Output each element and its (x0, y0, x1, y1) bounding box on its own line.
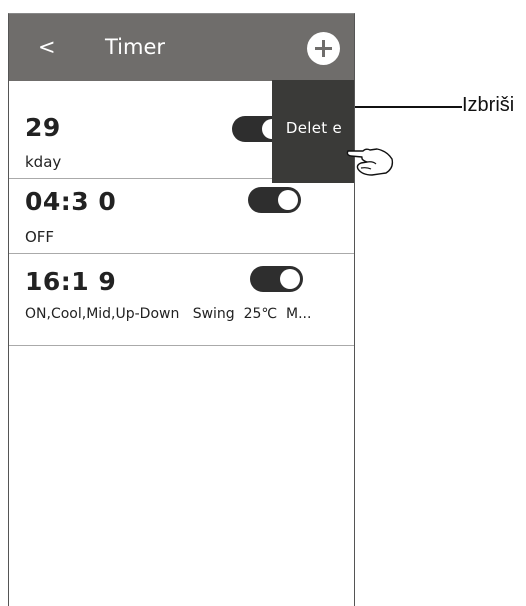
page: < Timer 29 kday 04:3 0 OFF 16:1 9 ON,Coo… (0, 0, 526, 606)
timer-detail: kday (25, 153, 62, 171)
callout-label: Izbriši (462, 94, 515, 116)
toggle-knob (278, 190, 298, 210)
plus-icon (315, 40, 332, 57)
timer-time: 16:1 9 (25, 267, 117, 296)
delete-label: Delet e (285, 119, 343, 137)
phone-screen: < Timer 29 kday 04:3 0 OFF 16:1 9 ON,Coo… (8, 13, 355, 606)
timer-detail: ON,Cool,Mid,Up-Down Swing 25℃ M... (25, 306, 312, 322)
timer-detail: OFF (25, 228, 55, 246)
timer-toggle[interactable] (250, 266, 303, 292)
toggle-knob (280, 269, 300, 289)
hand-pointer-icon (346, 148, 394, 176)
timer-toggle[interactable] (248, 187, 301, 213)
timer-time: 04:3 0 (25, 187, 117, 216)
timer-row-3[interactable]: 16:1 9 ON,Cool,Mid,Up-Down Swing 25℃ M..… (9, 254, 354, 346)
callout-line (355, 106, 462, 108)
back-button[interactable]: < (38, 34, 56, 60)
timer-time: 29 (25, 113, 61, 142)
timer-row-2[interactable]: 04:3 0 OFF (9, 179, 354, 254)
page-title: Timer (105, 35, 166, 59)
app-header: < Timer (9, 14, 354, 81)
add-timer-button[interactable] (307, 32, 340, 65)
